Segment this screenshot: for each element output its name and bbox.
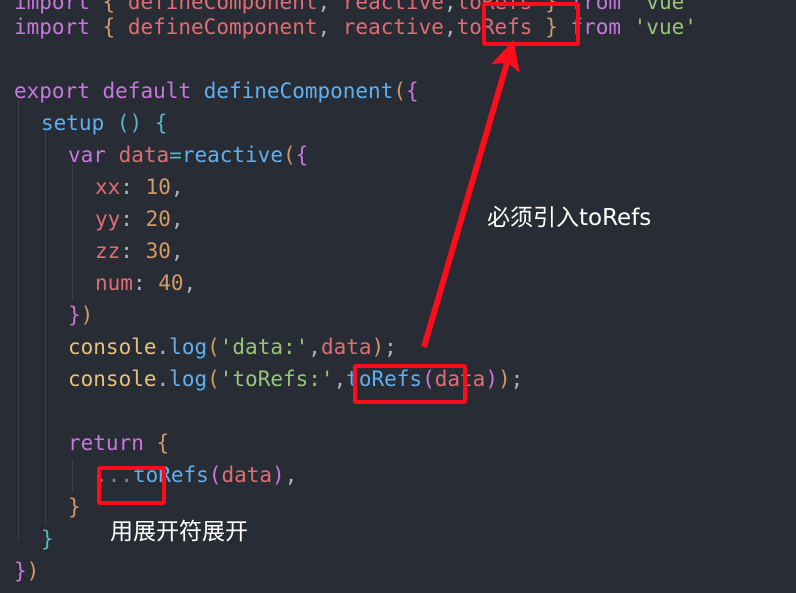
code-line-setup[interactable]: setup () { (41, 107, 168, 139)
token-spread-operator: ... (95, 463, 133, 487)
token-torefs-import: toRefs (456, 15, 533, 39)
code-line-prop-zz[interactable]: zz: 30, (95, 235, 184, 267)
token-prop-zz: zz (95, 239, 121, 263)
code-editor-screenshot: import { defineComponent, reactive,toRef… (0, 0, 796, 593)
code-line-spread-torefs[interactable]: ...toRefs(data), (95, 459, 297, 491)
indent-guide-1 (18, 100, 19, 540)
code-line-close-reactive[interactable]: }) (68, 299, 93, 331)
code-line-close-component[interactable]: }) (14, 555, 39, 587)
code-line-prop-num[interactable]: num: 40, (95, 267, 196, 299)
token-torefs-call-1: toRefs (346, 367, 423, 391)
token-keyword-import: import (14, 15, 90, 39)
code-area[interactable]: import { defineComponent, reactive,toRef… (0, 0, 796, 593)
token-num-30: 30 (145, 239, 171, 263)
code-line-close-setup[interactable]: } (41, 523, 54, 555)
token-string-torefs-label: 'toRefs:' (219, 367, 334, 391)
code-line-log-torefs[interactable]: console.log('toRefs:',toRefs(data)); (68, 363, 523, 395)
token-keyword-var: var (68, 143, 106, 167)
token-define-component: defineComponent (127, 15, 318, 39)
token-string-vue: 'vue' (633, 15, 697, 39)
token-log-1: log (169, 335, 208, 359)
code-line-return[interactable]: return { (68, 427, 169, 459)
code-line-export[interactable]: export default defineComponent({ (14, 75, 419, 107)
token-prop-num: num (95, 271, 133, 295)
token-string-data-label: 'data:' (219, 335, 309, 359)
token-reactive: reactive (342, 15, 444, 39)
token-console-1: console (68, 335, 157, 359)
token-torefs-call-2: toRefs (132, 463, 209, 487)
code-line-close-return[interactable]: } (68, 491, 81, 523)
token-id-data: data (118, 143, 170, 167)
token-prop-yy: yy (95, 207, 121, 231)
token-prop-xx: xx (95, 175, 121, 199)
token-console-2: console (68, 367, 157, 391)
token-setup: setup (41, 111, 105, 135)
code-line-log-data[interactable]: console.log('data:',data); (68, 331, 397, 363)
token-keyword-from: from (570, 15, 621, 39)
token-num-10: 10 (145, 175, 171, 199)
token-reactive-call: reactive (181, 143, 283, 167)
token-arg-data-2: data (434, 367, 486, 391)
token-arg-data-1: data (320, 335, 372, 359)
indent-guide-2 (45, 132, 46, 524)
token-keyword-default: default (102, 79, 192, 103)
token-keyword-export: export (14, 79, 90, 103)
indent-guide-3 (72, 164, 73, 300)
token-log-2: log (169, 367, 208, 391)
token-define-component-call: defineComponent (203, 79, 394, 103)
code-line-var-data[interactable]: var data=reactive({ (68, 139, 308, 171)
indent-guide-4 (72, 460, 73, 492)
token-arg-data-3: data (221, 463, 273, 487)
token-keyword-return: return (68, 431, 144, 455)
code-line-prop-xx[interactable]: xx: 10, (95, 171, 184, 203)
token-num-20: 20 (145, 207, 171, 231)
code-line-prop-yy[interactable]: yy: 20, (95, 203, 184, 235)
code-line-import[interactable]: import { defineComponent, reactive,toRef… (14, 11, 697, 43)
token-num-40: 40 (158, 271, 184, 295)
